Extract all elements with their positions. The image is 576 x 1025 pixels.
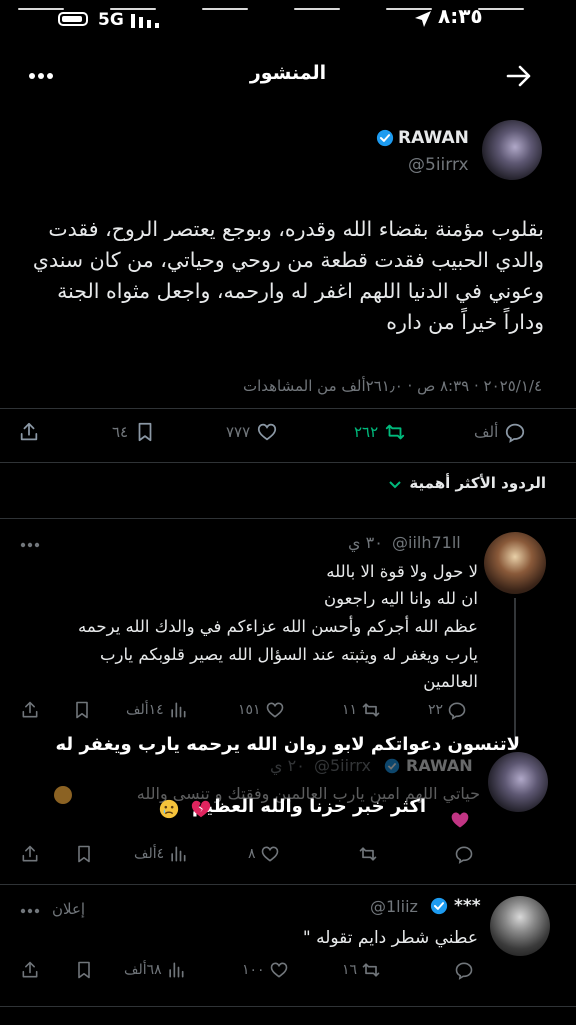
share-icon xyxy=(20,844,40,864)
post-meta: ٢٠٢٥/١/٤ · ٨:٣٩ ص · ٢٦١٫٠ألف من المشاهدا… xyxy=(242,377,542,395)
share-button[interactable] xyxy=(20,844,40,864)
share-button[interactable] xyxy=(18,421,40,443)
broken-heart-emoji-icon xyxy=(190,798,212,820)
overlay-text-line-2-row: اكثر خبر حزنا والله العظيم xyxy=(150,796,426,824)
like-button[interactable]: ٨ xyxy=(248,844,280,864)
reply-text-line: ان لله وانا اليه راجعون xyxy=(324,589,478,608)
page-title: المنشور xyxy=(249,62,327,84)
more-dots-icon[interactable] xyxy=(28,72,54,80)
bookmark-button[interactable] xyxy=(74,844,94,864)
share-button[interactable] xyxy=(20,960,40,980)
crying-face-emoji-icon xyxy=(158,798,180,820)
reply-text: عطني شطر دايم تقوله " xyxy=(302,928,478,948)
share-icon xyxy=(20,960,40,980)
more-dots-icon[interactable] xyxy=(20,908,40,914)
heart-emoji-icon xyxy=(450,810,470,830)
reply-time: ٢٠ ي xyxy=(270,756,305,775)
reply-icon xyxy=(447,700,467,720)
like-button[interactable]: ١٠٠ xyxy=(242,960,289,980)
repost-icon xyxy=(361,700,381,720)
repost-button[interactable]: ١٦ xyxy=(342,960,381,980)
share-button[interactable] xyxy=(20,700,40,720)
reply-icon xyxy=(454,844,474,864)
like-button[interactable]: ٧٧٧ xyxy=(226,421,278,443)
views-button[interactable]: ٦٨ألف xyxy=(124,960,186,980)
views-chart-icon xyxy=(168,844,188,864)
avatar[interactable] xyxy=(482,120,542,180)
post-handle[interactable]: @5iirrx xyxy=(408,155,469,175)
chevron-down-icon xyxy=(388,478,402,492)
replies-sort-label: الردود الأكثر أهمية xyxy=(409,474,546,492)
bookmark-icon xyxy=(74,844,94,864)
views-chart-icon xyxy=(166,960,186,980)
reply-handle[interactable]: @iilh71ll xyxy=(392,533,461,552)
post-text: بقلوب مؤمنة بقضاء الله وقدره، وبوجع يعتص… xyxy=(32,217,544,334)
reply-text-line: يارب ويغفر له ويثبته عند السؤال الله يصي… xyxy=(99,645,478,664)
bookmark-button[interactable]: ٦٤ xyxy=(112,421,156,443)
clock: ٨:٣٥ xyxy=(438,4,483,28)
reply-button[interactable]: ٢٢ xyxy=(428,700,467,720)
reply-button[interactable]: ألف xyxy=(474,421,526,443)
heart-icon xyxy=(265,700,285,720)
heart-icon xyxy=(269,960,289,980)
views-chart-icon xyxy=(168,700,188,720)
bookmark-button[interactable] xyxy=(74,960,94,980)
views-button[interactable]: ١٤ألف xyxy=(126,700,188,720)
reply-time: ٣٠ ي xyxy=(348,533,383,552)
share-icon xyxy=(20,700,40,720)
compose-reply-bar[interactable] xyxy=(0,1006,576,1025)
repost-icon xyxy=(358,844,378,864)
sad-face-emoji-icon xyxy=(54,786,72,804)
repost-icon xyxy=(384,421,406,443)
status-bar: 5G ٨:٣٥ xyxy=(0,0,576,34)
replies-sort-dropdown[interactable]: الردود الأكثر أهمية xyxy=(388,472,546,498)
avatar[interactable] xyxy=(488,752,548,812)
bookmark-icon xyxy=(134,421,156,443)
reply-text-line: العالمين xyxy=(423,672,478,691)
overlay-text-line-1: لاتنسون دعواتكم لابو روان الله يرحمه يار… xyxy=(55,734,520,755)
heart-icon xyxy=(260,844,280,864)
avatar[interactable] xyxy=(490,896,550,956)
repost-button[interactable]: ٢٦٢ xyxy=(354,421,406,443)
like-button[interactable]: ١٥١ xyxy=(238,700,285,720)
arrow-icon[interactable] xyxy=(506,64,532,88)
heart-icon xyxy=(256,421,278,443)
bookmark-icon xyxy=(74,960,94,980)
reply-header-faded: RAWAN @5iirrx ٢٠ ي xyxy=(260,756,480,778)
reply-handle[interactable]: @1liiz xyxy=(370,897,418,916)
verified-badge-icon xyxy=(384,758,400,774)
header: المنشور xyxy=(0,50,576,102)
display-name: RAWAN xyxy=(406,756,473,775)
signal-icon xyxy=(131,12,161,28)
reply-icon xyxy=(454,960,474,980)
network-label: 5G xyxy=(98,10,124,30)
bookmark-icon xyxy=(72,700,92,720)
battery-icon xyxy=(58,12,88,26)
overlay-text-line-2: اكثر خبر حزنا والله العظيم xyxy=(192,796,426,817)
reply-text-line: عظم الله أجركم وأحسن الله عزاءكم في والد… xyxy=(78,617,478,636)
reply-button[interactable] xyxy=(454,960,474,980)
reply-text-line: لا حول ولا قوة الا بالله xyxy=(326,562,478,581)
reply-icon xyxy=(504,421,526,443)
repost-button[interactable]: ١١ xyxy=(342,700,381,720)
share-icon xyxy=(18,421,40,443)
avatar[interactable] xyxy=(484,532,546,594)
location-icon xyxy=(414,10,432,28)
reply-button[interactable] xyxy=(454,844,474,864)
reply-handle: @5iirrx xyxy=(314,756,371,775)
thread-line xyxy=(514,598,516,750)
display-name[interactable]: *** xyxy=(454,896,481,916)
more-dots-icon[interactable] xyxy=(20,542,40,548)
display-name[interactable]: RAWAN xyxy=(398,128,469,148)
verified-badge-icon xyxy=(430,897,448,915)
repost-button[interactable] xyxy=(358,844,378,864)
bookmark-button[interactable] xyxy=(72,700,92,720)
verified-badge-icon xyxy=(376,129,394,147)
views-button[interactable]: ٤ألف xyxy=(134,844,188,864)
ad-label: إعلان xyxy=(52,900,86,918)
repost-icon xyxy=(361,960,381,980)
